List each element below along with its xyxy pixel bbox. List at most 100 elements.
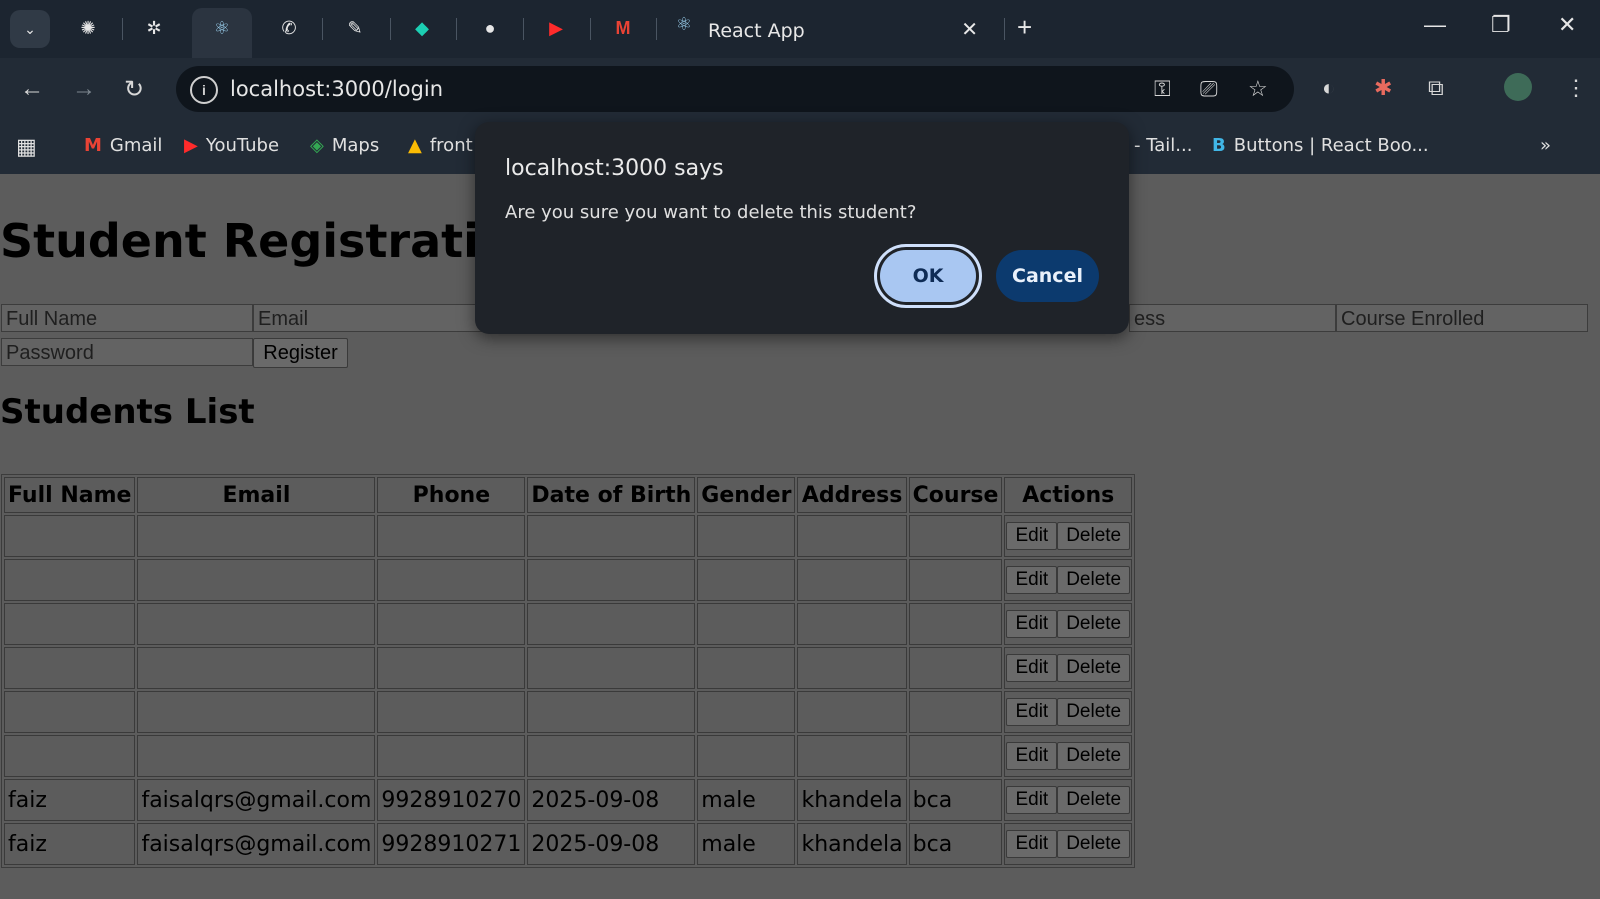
more-bookmarks-icon[interactable]: » — [1540, 135, 1551, 156]
reload-icon[interactable]: ↻ — [124, 75, 144, 104]
table-row: faiz faisalqrs@gmail.com 9928910271 2025-09… — [4, 823, 1133, 865]
cell-date-of-birth: 2025-09-08 — [527, 823, 696, 865]
youtube-tab-icon[interactable]: ▶ — [542, 14, 570, 42]
tab-react-app[interactable]: ⚛ React App ✕ — [662, 8, 992, 54]
site-info-icon[interactable]: i — [190, 76, 218, 104]
table-row: faiz faisalqrs@gmail.com 9928910270 2025-09… — [4, 779, 1133, 821]
bookmark-react-bootstrap[interactable]: B Buttons | React Boo... — [1212, 135, 1429, 156]
tab-separator — [390, 18, 391, 40]
edit-button[interactable]: Edit — [1006, 566, 1058, 594]
menu-kebab-icon[interactable]: ⋮ — [1565, 75, 1587, 101]
close-tab-icon[interactable]: ✕ — [961, 17, 978, 42]
edit-button[interactable]: Edit — [1006, 742, 1058, 770]
cell-address — [797, 559, 907, 601]
cell-gender — [697, 559, 796, 601]
pen-tab-icon[interactable]: ✎ — [341, 14, 369, 42]
bookmark-tailwind[interactable]: - Tail... — [1134, 135, 1192, 156]
email-input[interactable]: Email — [253, 304, 488, 332]
edit-button[interactable]: Edit — [1006, 522, 1058, 550]
edit-button[interactable]: Edit — [1006, 830, 1058, 858]
bookmark-maps[interactable]: ◈ Maps — [310, 135, 379, 156]
bookmark-youtube[interactable]: ▶ YouTube — [184, 135, 279, 156]
cell-date-of-birth — [527, 735, 696, 777]
cell-phone — [377, 515, 526, 557]
cell-email: faisalqrs@gmail.com — [137, 779, 376, 821]
cell-full-name — [4, 735, 136, 777]
cell-address — [797, 647, 907, 689]
bookmark-drive[interactable]: ▲ front — [408, 135, 473, 156]
course-enrolled-input[interactable]: Course Enrolled — [1336, 304, 1588, 332]
extension-bug-icon[interactable]: ✱ — [1374, 75, 1392, 101]
cell-address: khandela — [797, 779, 907, 821]
cell-course — [908, 691, 1003, 733]
install-app-icon[interactable]: ⎚ — [1200, 76, 1218, 102]
delete-button[interactable]: Delete — [1057, 698, 1131, 726]
cell-phone — [377, 603, 526, 645]
delete-button[interactable]: Delete — [1057, 610, 1131, 638]
bookmark-star-icon[interactable]: ☆ — [1248, 76, 1268, 102]
delete-button[interactable]: Delete — [1057, 522, 1131, 550]
delete-button[interactable]: Delete — [1057, 654, 1131, 682]
cell-actions: Edit Delete — [1004, 647, 1133, 689]
cell-date-of-birth — [527, 515, 696, 557]
password-input[interactable]: Password — [1, 338, 253, 366]
full-name-input[interactable]: Full Name — [1, 304, 253, 332]
cell-actions: Edit Delete — [1004, 823, 1133, 865]
cell-course — [908, 603, 1003, 645]
bookmark-gmail[interactable]: M Gmail — [84, 135, 162, 156]
edit-button[interactable]: Edit — [1006, 610, 1058, 638]
cell-full-name — [4, 515, 136, 557]
edit-button[interactable]: Edit — [1006, 786, 1058, 814]
cell-gender: male — [697, 823, 796, 865]
apps-grid-icon[interactable]: ▦ — [16, 135, 37, 160]
ok-button[interactable]: OK — [874, 244, 982, 308]
url-text[interactable]: localhost:3000/login — [230, 77, 443, 101]
table-row: Edit Delete — [4, 559, 1133, 601]
table-row: Edit Delete — [4, 515, 1133, 557]
cell-date-of-birth — [527, 603, 696, 645]
whatsapp-tab-icon[interactable]: ✆ — [275, 14, 303, 42]
page-title: Student Registration — [0, 214, 544, 268]
edit-button[interactable]: Edit — [1006, 654, 1058, 682]
cell-gender — [697, 691, 796, 733]
close-window-icon[interactable]: ✕ — [1558, 12, 1576, 38]
cell-gender — [697, 515, 796, 557]
tab-bar: ⌄ ✺ ✲ ⚛ ✆ ✎ ◆ ● ▶ M ⚛ React App ✕ + — ❐ … — [0, 0, 1600, 58]
cell-full-name — [4, 603, 136, 645]
gmail-tab-icon[interactable]: M — [609, 14, 637, 42]
tab-separator — [456, 18, 457, 40]
extensions-puzzle-icon[interactable]: ⧉ — [1428, 75, 1444, 101]
cell-course — [908, 559, 1003, 601]
cell-email: faisalqrs@gmail.com — [137, 823, 376, 865]
delete-button[interactable]: Delete — [1057, 830, 1131, 858]
react-icon: ⚛ — [675, 13, 693, 34]
table-header-row: Full Name Email Phone Date of Birth Gend… — [4, 477, 1133, 513]
edit-button[interactable]: Edit — [1006, 698, 1058, 726]
register-button[interactable]: Register — [253, 338, 348, 368]
tab-search-dropdown-icon[interactable]: ⌄ — [10, 10, 50, 48]
react-tab-icon[interactable]: ⚛ — [208, 14, 236, 42]
profile-avatar[interactable] — [1504, 73, 1532, 101]
navigation-bar: ← → ↻ i localhost:3000/login ⚿ ⎚ ☆ ◐ ✱ ⧉… — [0, 58, 1600, 120]
cancel-button[interactable]: Cancel — [996, 250, 1099, 302]
chatgpt-tab-icon[interactable]: ✺ — [74, 14, 102, 42]
address-bar[interactable]: i localhost:3000/login ⚿ ⎚ ☆ — [176, 66, 1294, 112]
table-row: Edit Delete — [4, 691, 1133, 733]
password-key-icon[interactable]: ⚿ — [1154, 76, 1171, 102]
youtube-icon: ▶ — [184, 135, 198, 156]
delete-button[interactable]: Delete — [1057, 566, 1131, 594]
delete-button[interactable]: Delete — [1057, 786, 1131, 814]
forward-icon[interactable]: → — [72, 75, 96, 103]
back-icon[interactable]: ← — [20, 75, 44, 103]
github-tab-icon[interactable]: ● — [476, 14, 504, 42]
diamond-tab-icon[interactable]: ◆ — [408, 14, 436, 42]
app-tab-icon[interactable]: ✲ — [140, 14, 168, 42]
new-tab-icon[interactable]: + — [1017, 12, 1032, 43]
extension-vpn-icon[interactable]: ◐ — [1322, 75, 1335, 101]
cell-gender: male — [697, 779, 796, 821]
tab-separator — [590, 18, 591, 40]
restore-icon[interactable]: ❐ — [1491, 12, 1511, 38]
delete-button[interactable]: Delete — [1057, 742, 1131, 770]
address-input[interactable]: ess — [1129, 304, 1336, 332]
minimize-icon[interactable]: — — [1424, 12, 1446, 38]
